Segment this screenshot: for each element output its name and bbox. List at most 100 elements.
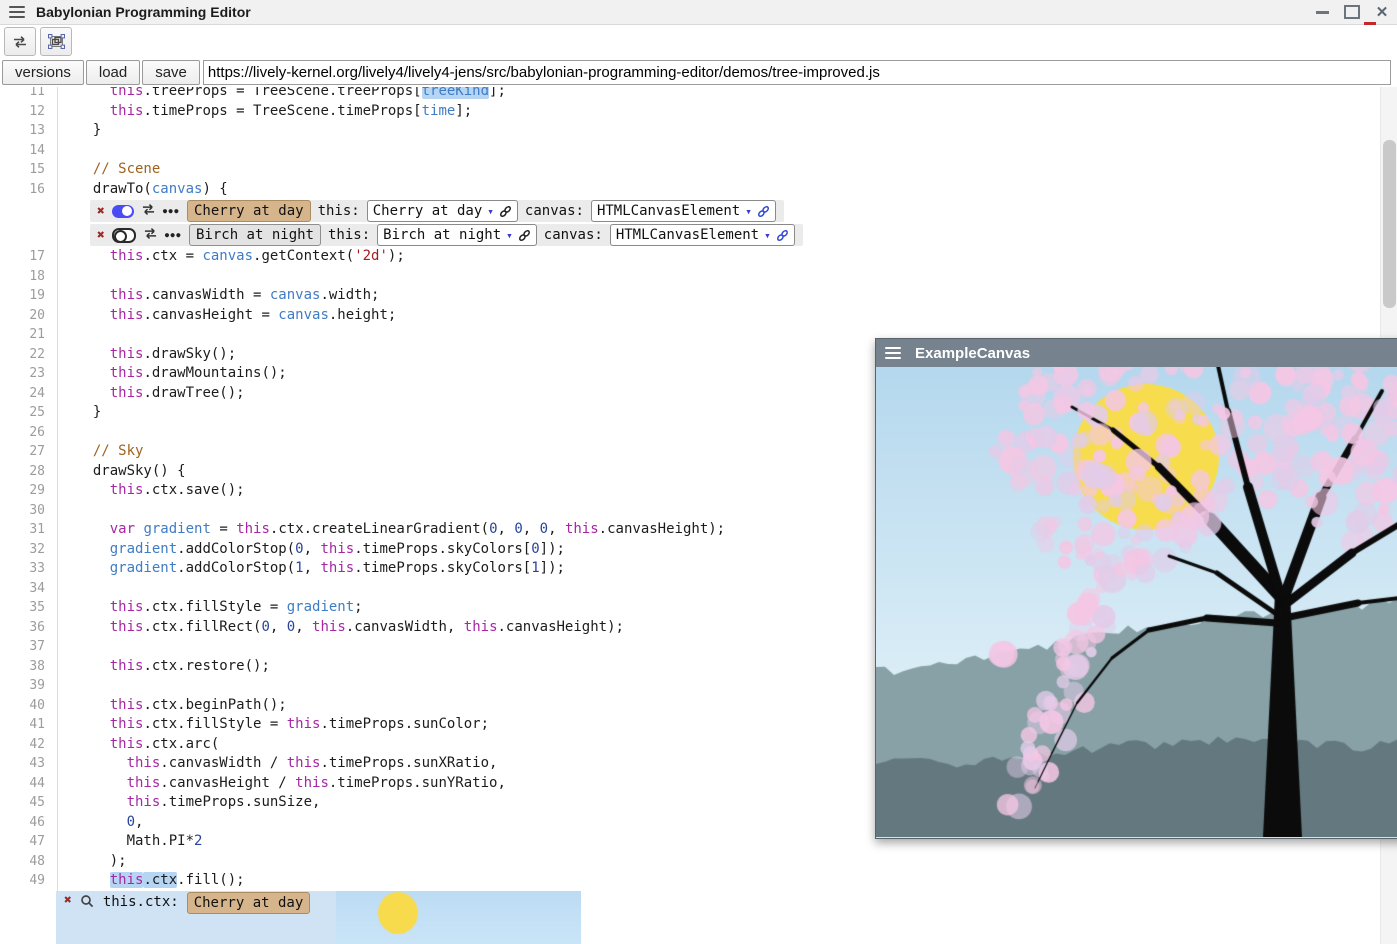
code-text: drawTo(canvas) { (57, 180, 228, 200)
code-token: 1 (295, 560, 303, 576)
code-token: .timeProps.skyColors[ (354, 560, 531, 576)
line-number: 35 (0, 598, 57, 618)
dropdown-value: HTMLCanvasElement (616, 227, 759, 243)
line-number: 12 (0, 102, 57, 122)
code-token (76, 346, 110, 362)
this-label: this: (318, 203, 360, 219)
example-toggle[interactable] (112, 228, 136, 243)
code-line[interactable]: 19 this.canvasWidth = canvas.width; (0, 286, 1380, 306)
swap-arrows-button[interactable] (4, 27, 36, 56)
code-token (76, 599, 110, 615)
code-token: 0 (295, 541, 303, 557)
more-options-icon[interactable]: ●●● (165, 231, 182, 239)
code-token: this (110, 248, 144, 264)
line-number: 30 (0, 501, 57, 521)
code-line[interactable]: 20 this.canvasHeight = canvas.height; (0, 306, 1380, 326)
code-token: '2d' (354, 248, 388, 264)
code-line[interactable]: 18 (0, 267, 1380, 287)
swap-example-icon[interactable] (141, 203, 156, 220)
code-token: drawSky() { (76, 463, 186, 479)
code-text (57, 325, 76, 345)
code-line[interactable]: 11 this.treeProps = TreeScene.treeProps[… (0, 87, 1380, 102)
swap-example-icon[interactable] (143, 227, 158, 244)
save-button[interactable]: save (142, 60, 200, 85)
code-token: } (76, 122, 101, 138)
code-token: this (236, 521, 270, 537)
more-options-icon[interactable]: ●●● (163, 207, 180, 215)
code-text: this.ctx.save(); (57, 481, 245, 501)
line-number: 20 (0, 306, 57, 326)
example-name-badge[interactable]: Birch at night (189, 224, 321, 246)
line-number: 44 (0, 774, 57, 794)
code-text: } (57, 121, 101, 141)
code-text: Math.PI*2 (57, 832, 202, 852)
close-probe-icon[interactable]: ✖ (64, 894, 72, 907)
probe-widget: ✖this.ctx:Cherry at day (56, 891, 573, 944)
example-canvas-titlebar[interactable]: ExampleCanvas (876, 339, 1397, 367)
code-token (76, 541, 110, 557)
code-token: , (523, 521, 540, 537)
probe-example-badge[interactable]: Cherry at day (187, 892, 311, 914)
code-token: this (110, 346, 144, 362)
app-window: Babylonian Programming Editor ✕ (0, 0, 1397, 944)
canvas-label: canvas: (525, 203, 584, 219)
code-token: 2 (194, 833, 202, 849)
url-input[interactable] (203, 60, 1391, 85)
code-token: 0 (489, 521, 497, 537)
line-number: 45 (0, 793, 57, 813)
code-line[interactable]: 48 ); (0, 852, 1380, 872)
code-token: .timeProps = TreeScene.timeProps[ (143, 103, 421, 119)
code-text: var gradient = this.ctx.createLinearGrad… (57, 520, 725, 540)
code-line[interactable]: 16 drawTo(canvas) { (0, 180, 1380, 200)
code-token (76, 619, 110, 635)
dropdown-value: HTMLCanvasElement (597, 203, 740, 219)
close-button[interactable]: ✕ (1367, 0, 1397, 24)
code-text: // Scene (57, 160, 160, 180)
code-line[interactable]: 49 this.ctx.fill(); (0, 871, 1380, 891)
close-example-icon[interactable]: ✖ (97, 205, 105, 218)
code-token: .ctx.restore(); (143, 658, 269, 674)
code-token: = (211, 521, 236, 537)
select-bounds-button[interactable] (40, 27, 72, 56)
this-value-dropdown[interactable]: Birch at night▾ (377, 224, 537, 246)
code-line[interactable]: 12 this.timeProps = TreeScene.timeProps[… (0, 102, 1380, 122)
code-token: time (422, 103, 456, 119)
code-line[interactable]: 17 this.ctx = canvas.getContext('2d'); (0, 247, 1380, 267)
line-number: 48 (0, 852, 57, 872)
code-token: ]; (455, 103, 472, 119)
hamburger-icon[interactable] (885, 347, 901, 359)
maximize-button[interactable] (1337, 0, 1367, 24)
code-token (76, 161, 93, 177)
example-toggle[interactable] (112, 205, 134, 218)
line-number: 22 (0, 345, 57, 365)
code-token (76, 385, 110, 401)
line-number: 29 (0, 481, 57, 501)
code-text: this.canvasWidth = canvas.width; (57, 286, 379, 306)
code-text: this.ctx.fillStyle = this.timeProps.sunC… (57, 715, 489, 735)
canvas-value-dropdown[interactable]: HTMLCanvasElement▾ (591, 200, 776, 222)
code-token: this (287, 716, 321, 732)
probe-canvas-preview (336, 891, 581, 944)
code-token: ]); (540, 560, 565, 576)
canvas-value-dropdown[interactable]: HTMLCanvasElement▾ (610, 224, 795, 246)
example-name-badge[interactable]: Cherry at day (187, 200, 311, 222)
file-bar: versions load save (0, 58, 1397, 88)
hamburger-icon[interactable] (9, 6, 25, 18)
code-line[interactable]: 14 (0, 141, 1380, 161)
versions-button[interactable]: versions (2, 60, 84, 85)
minimize-button[interactable] (1307, 0, 1337, 24)
this-value-dropdown[interactable]: Cherry at day▾ (367, 200, 518, 222)
code-line[interactable]: 13 } (0, 121, 1380, 141)
line-number: 41 (0, 715, 57, 735)
code-token: this (287, 755, 321, 771)
load-button[interactable]: load (86, 60, 140, 85)
code-line[interactable]: 15 // Scene (0, 160, 1380, 180)
code-token: this (295, 775, 329, 791)
close-example-icon[interactable]: ✖ (97, 229, 105, 242)
line-number: 43 (0, 754, 57, 774)
code-token: this (110, 619, 144, 635)
scrollbar-thumb[interactable] (1383, 140, 1396, 308)
chevron-down-icon: ▾ (506, 229, 513, 242)
code-text: this.drawSky(); (57, 345, 236, 365)
code-token: ; (354, 599, 362, 615)
